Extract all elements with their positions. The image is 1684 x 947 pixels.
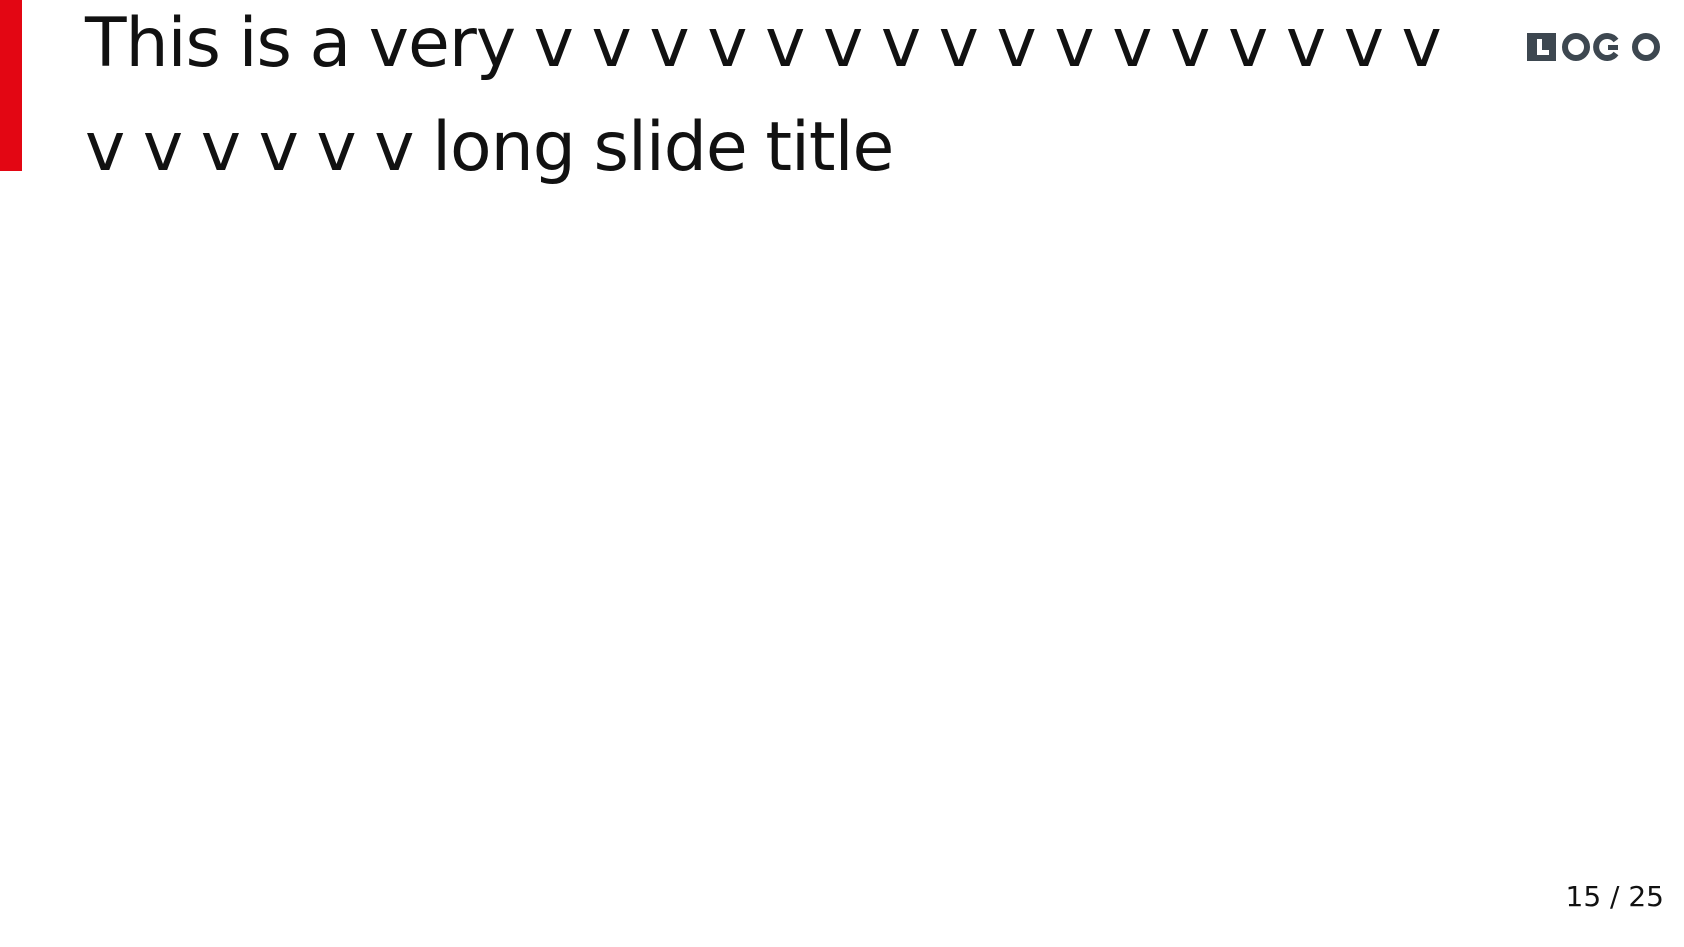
- logo-icon: [1527, 33, 1660, 61]
- page-number: 15 / 25: [1565, 880, 1665, 913]
- slide-title: This is a very v v v v v v v v v v v v v…: [85, 4, 1442, 187]
- slide: This is a very v v v v v v v v v v v v v…: [0, 0, 1684, 947]
- title-accent-bar: [0, 0, 22, 171]
